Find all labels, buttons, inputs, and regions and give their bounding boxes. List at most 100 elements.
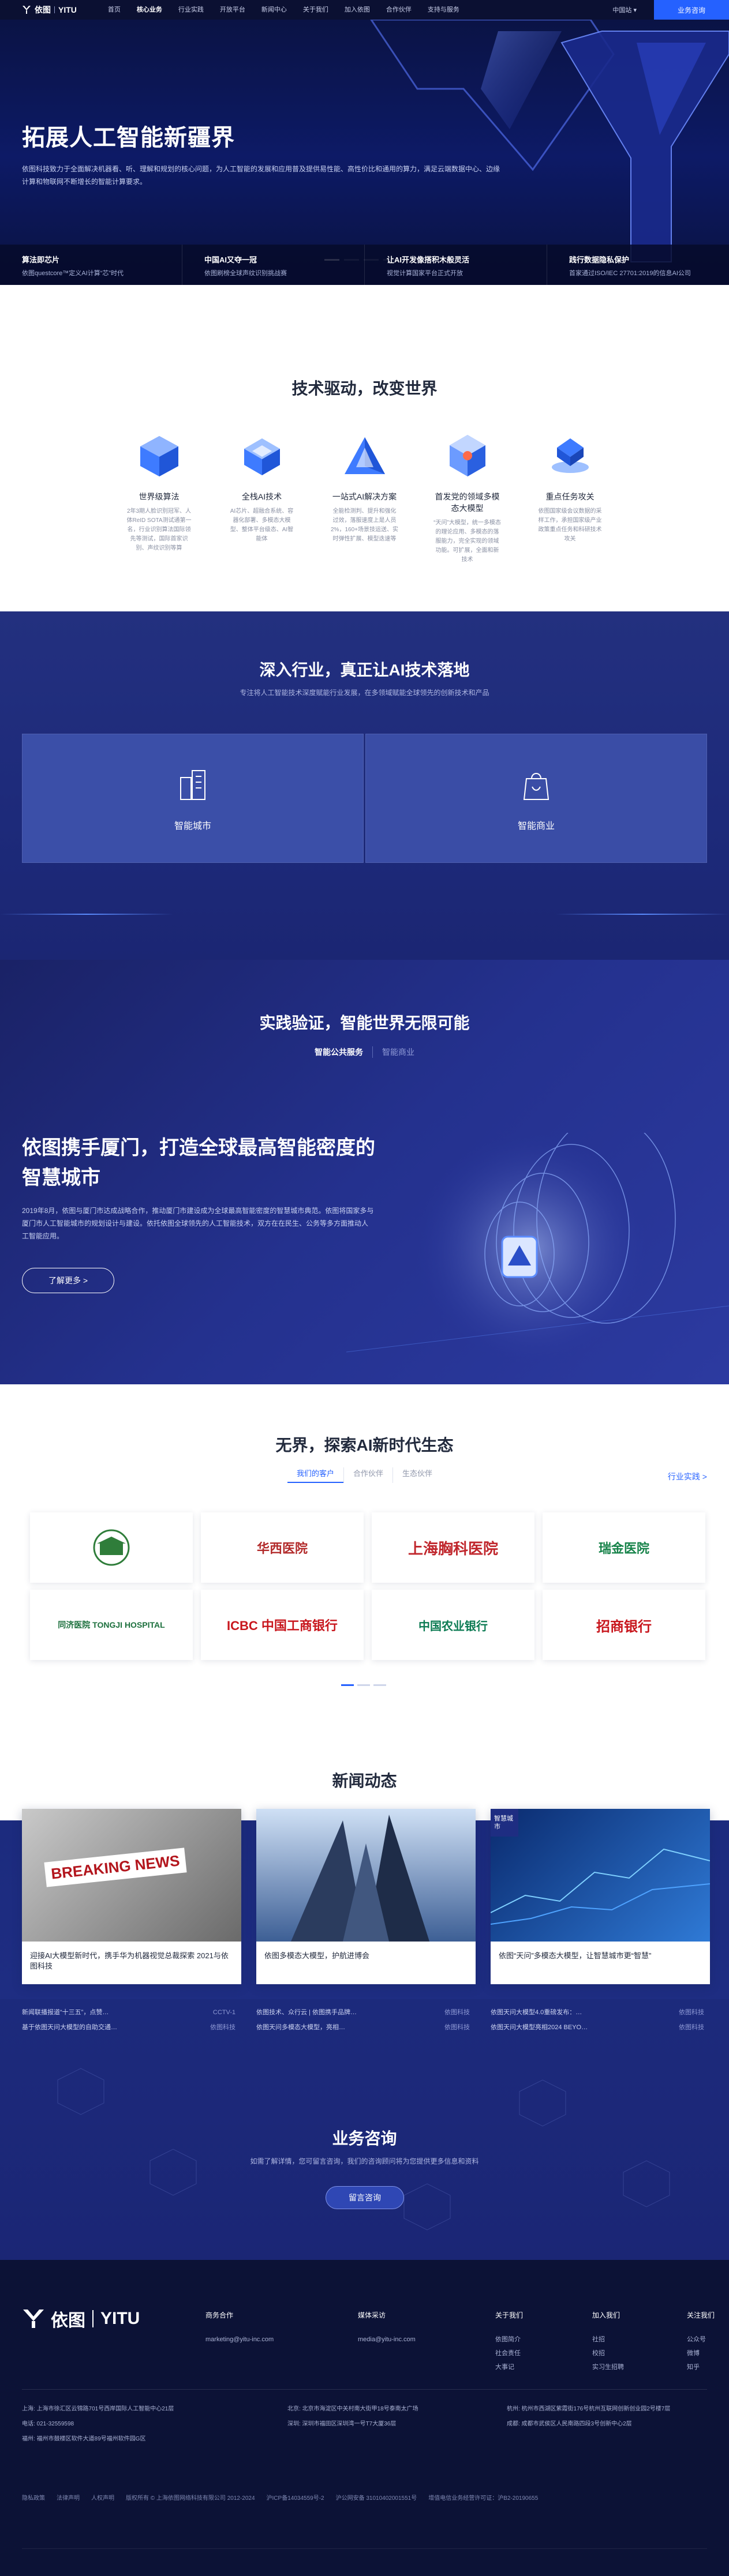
news-list-item[interactable]: 依图天问多模态大模型，亮相… 依图科技 bbox=[256, 2020, 476, 2035]
news-card[interactable]: 依图多模态大模型，护航进博会 bbox=[256, 1809, 476, 1984]
learn-more-button[interactable]: 了解更多 > bbox=[22, 1268, 114, 1293]
legal-link[interactable]: 法律声明 bbox=[57, 2493, 80, 2502]
office-address: 杭州: 杭州市西湖区紫霞街176号杭州互联网创新创业园2号楼7层 bbox=[507, 2406, 671, 2412]
city-building-icon bbox=[180, 770, 205, 800]
footer-col-heading: 关注我们 bbox=[687, 2311, 715, 2319]
tech-item[interactable]: 重点任务攻关 依图国家级会议数据的采样工作，承担国家级产业政策重点任务和科研技术… bbox=[536, 430, 604, 565]
tab-smart-business[interactable]: 智能商业 bbox=[372, 1046, 424, 1058]
tab-partners[interactable]: 合作伙伴 bbox=[343, 1467, 392, 1483]
highlight-item[interactable]: 践行数据隐私保护 首家通过ISO/IEC 27701:2019的信息AI公司 bbox=[547, 245, 729, 285]
highlight-item[interactable]: 中国AI又夺一冠 依图刷榜全球声纹识别挑战赛 bbox=[182, 245, 365, 285]
pagination-dot[interactable] bbox=[341, 1684, 354, 1686]
tech-item[interactable]: 一站式AI解决方案 全能检测判、提升和强化过效，落服速度上是人员2%，160+场… bbox=[331, 430, 399, 565]
practice-section: 实践验证，智能世界无限可能 智能公共服务 智能商业 依图携手厦门，打造全球最高智… bbox=[0, 960, 729, 1384]
nav-join[interactable]: 加入依图 bbox=[337, 0, 378, 20]
nav-open-platform[interactable]: 开放平台 bbox=[212, 0, 253, 20]
tech-title: 技术驱动，改变世界 bbox=[291, 380, 438, 397]
tech-item[interactable]: 首发党的领域多模态大模型 “天问”大模型，统一多模态的理论应用、多模态的落服能力… bbox=[433, 430, 502, 565]
hex-grid-pattern bbox=[57, 2068, 670, 2230]
panel-smart-city[interactable]: 智能城市 bbox=[22, 734, 364, 863]
customer-logo-name: 招商银行 bbox=[596, 1619, 652, 1635]
highlight-item[interactable]: 算法即芯片 依图questcore™定义AI计算“芯”时代 bbox=[0, 245, 182, 285]
news-caption: 依图“天问”多模态大模型，让智慧城市更“智慧” bbox=[499, 1951, 652, 1960]
tab-ecosystem[interactable]: 生态伙伴 bbox=[392, 1467, 442, 1483]
footer-link[interactable]: 实习生招聘 bbox=[592, 2360, 624, 2374]
news-card[interactable]: 智慧城市 依图“天问”多模态大模型，让智慧城市更“智慧” bbox=[491, 1809, 710, 1984]
privacy-link[interactable]: 隐私政策 bbox=[22, 2493, 45, 2502]
footer-email-link[interactable]: media@yitu-inc.com bbox=[358, 2333, 416, 2346]
footer-link[interactable]: 校招 bbox=[592, 2346, 624, 2360]
nav-news[interactable]: 新闻中心 bbox=[253, 0, 295, 20]
footer-col-heading: 关于我们 bbox=[495, 2311, 524, 2319]
footer-link[interactable]: 社招 bbox=[592, 2333, 624, 2346]
industry-subtitle: 专注将人工智能技术深度赋能行业发展，在多领域赋能全球领先的创新技术和产品 bbox=[240, 689, 489, 697]
customer-logo-card[interactable]: 瑞金医院 bbox=[543, 1512, 705, 1583]
language-label: 中国站 bbox=[612, 7, 632, 14]
nav-partners[interactable]: 合作伙伴 bbox=[378, 0, 420, 20]
brand-logo[interactable]: 依图 YITU bbox=[22, 4, 77, 16]
pagination-dot[interactable] bbox=[357, 1684, 370, 1686]
customer-logo-name: 同济医院 TONGJI HOSPITAL bbox=[58, 1620, 165, 1629]
news-list-item[interactable]: 依图技术、众行云 | 依图携手品牌… 依图科技 bbox=[256, 2005, 476, 2020]
model-cube-icon bbox=[449, 435, 485, 476]
news-list-source: 依图科技 bbox=[679, 2024, 704, 2031]
news-list-item[interactable]: 依图天问大模型4.0重磅发布：… 依图科技 bbox=[491, 2005, 710, 2020]
footer-link[interactable]: 知乎 bbox=[687, 2360, 715, 2374]
pyramid-icon bbox=[344, 437, 385, 474]
tech-item[interactable]: 全栈AI技术 AI芯片、超融合系统、容器化部署、多模态大模型、整体平台级态、AI… bbox=[228, 430, 296, 565]
highlight-subtitle: 依图刷榜全球声纹识别挑战赛 bbox=[204, 270, 287, 277]
tab-public-service[interactable]: 智能公共服务 bbox=[305, 1046, 372, 1058]
police-record[interactable]: 沪公网安备 31010402001551号 bbox=[336, 2493, 417, 2502]
practice-title: 实践验证，智能世界无限可能 bbox=[259, 1014, 470, 1032]
news-list-title: 依图天问大模型4.0重磅发布：… bbox=[491, 2009, 582, 2016]
decorative-line bbox=[556, 914, 729, 915]
hero-description: 依图科技致力于全面解决机器看、听、理解和规划的核心问题，为人工智能的发展和应用普… bbox=[22, 165, 500, 186]
office-address: 电话: 021-32559598 bbox=[22, 2421, 74, 2427]
human-rights-link[interactable]: 人权声明 bbox=[91, 2493, 114, 2502]
tech-name: 全栈AI技术 bbox=[241, 492, 282, 501]
nav-industry[interactable]: 行业实践 bbox=[170, 0, 212, 20]
customer-logo-card[interactable]: 上海胸科医院 bbox=[372, 1512, 534, 1583]
customer-logo-card[interactable]: 高校 bbox=[30, 1512, 193, 1583]
footer-link[interactable]: 依图简介 bbox=[495, 2333, 523, 2346]
leave-message-button[interactable]: 留言咨询 bbox=[326, 2186, 404, 2209]
customer-logo-card[interactable]: ICBC 中国工商银行 bbox=[201, 1590, 364, 1660]
tech-item[interactable]: 世界级算法 2年3期人脸识别冠军、人体ReID SOTA测试通第一名，行业识别算… bbox=[125, 430, 193, 565]
customer-logo-card[interactable]: 中国农业银行 bbox=[372, 1590, 534, 1660]
nav-home[interactable]: 首页 bbox=[100, 0, 129, 20]
office-address: 福州: 福州市鼓楼区软件大道89号福州软件园G区 bbox=[22, 2436, 146, 2442]
nav-about[interactable]: 关于我们 bbox=[295, 0, 337, 20]
footer-link[interactable]: 微博 bbox=[687, 2346, 715, 2360]
customer-logo-card[interactable]: 华西医院 bbox=[201, 1512, 364, 1583]
telecom-license: 增值电信业务经营许可证：沪B2-20190655 bbox=[428, 2495, 539, 2502]
panel-smart-business[interactable]: 智能商业 bbox=[365, 734, 707, 863]
data-chart-graphic bbox=[491, 1848, 710, 1925]
icp-record[interactable]: 沪ICP备14034559号-2 bbox=[267, 2493, 324, 2502]
tab-customers[interactable]: 我们的客户 bbox=[287, 1467, 343, 1483]
cube-icon bbox=[140, 436, 178, 476]
consult-button[interactable]: 业务咨询 bbox=[654, 0, 729, 20]
customer-logo-card[interactable]: 同济医院 TONGJI HOSPITAL bbox=[30, 1590, 193, 1660]
news-card[interactable]: BREAKING NEWS 迎接AI大模型新时代，携手华为机器视觉总裁探索 20… bbox=[22, 1809, 241, 1984]
university-emblem-icon bbox=[93, 1529, 130, 1566]
footer-email-link[interactable]: marketing@yitu-inc.com bbox=[205, 2333, 274, 2346]
industry-practice-link[interactable]: 行业实践 > bbox=[668, 1471, 707, 1482]
language-switch[interactable]: 中国站 ▾ bbox=[612, 5, 637, 14]
news-list-item[interactable]: 依图天问大模型亮相2024 BEYO… 依图科技 bbox=[491, 2020, 710, 2035]
news-list-item[interactable]: 基于依图天问大模型的自助交通… 依图科技 bbox=[22, 2020, 241, 2035]
consult-section: 新闻联播报道“十三五”，点赞… CCTV-1 基于依图天问大模型的自助交通… 依图科… bbox=[0, 1999, 729, 2260]
customer-logo-card[interactable]: 招商银行 bbox=[543, 1590, 705, 1660]
news-list-title: 基于依图天问大模型的自助交通… bbox=[22, 2024, 117, 2031]
footer-link[interactable]: 社会责任 bbox=[495, 2346, 523, 2360]
highlight-item[interactable]: 让AI开发像搭积木般灵活 视觉计算国家平台正式开放 bbox=[365, 245, 547, 285]
customer-logo-name: 华西医院 bbox=[256, 1541, 308, 1556]
office-address: 上海: 上海市徐汇区云锦路701号西岸国际人工智能中心21层 bbox=[22, 2406, 174, 2412]
footer-logo[interactable]: 依图 YITU bbox=[22, 2306, 140, 2331]
nav-support[interactable]: 支持与服务 bbox=[420, 0, 468, 20]
footer-link[interactable]: 公众号 bbox=[687, 2333, 715, 2346]
nav-core-business[interactable]: 核心业务 bbox=[129, 0, 170, 20]
news-list-item[interactable]: 新闻联播报道“十三五”，点赞… CCTV-1 bbox=[22, 2005, 241, 2020]
footer-brand: 依图 bbox=[51, 2311, 85, 2330]
footer-link[interactable]: 大事记 bbox=[495, 2360, 523, 2374]
pagination-dot[interactable] bbox=[373, 1684, 386, 1686]
